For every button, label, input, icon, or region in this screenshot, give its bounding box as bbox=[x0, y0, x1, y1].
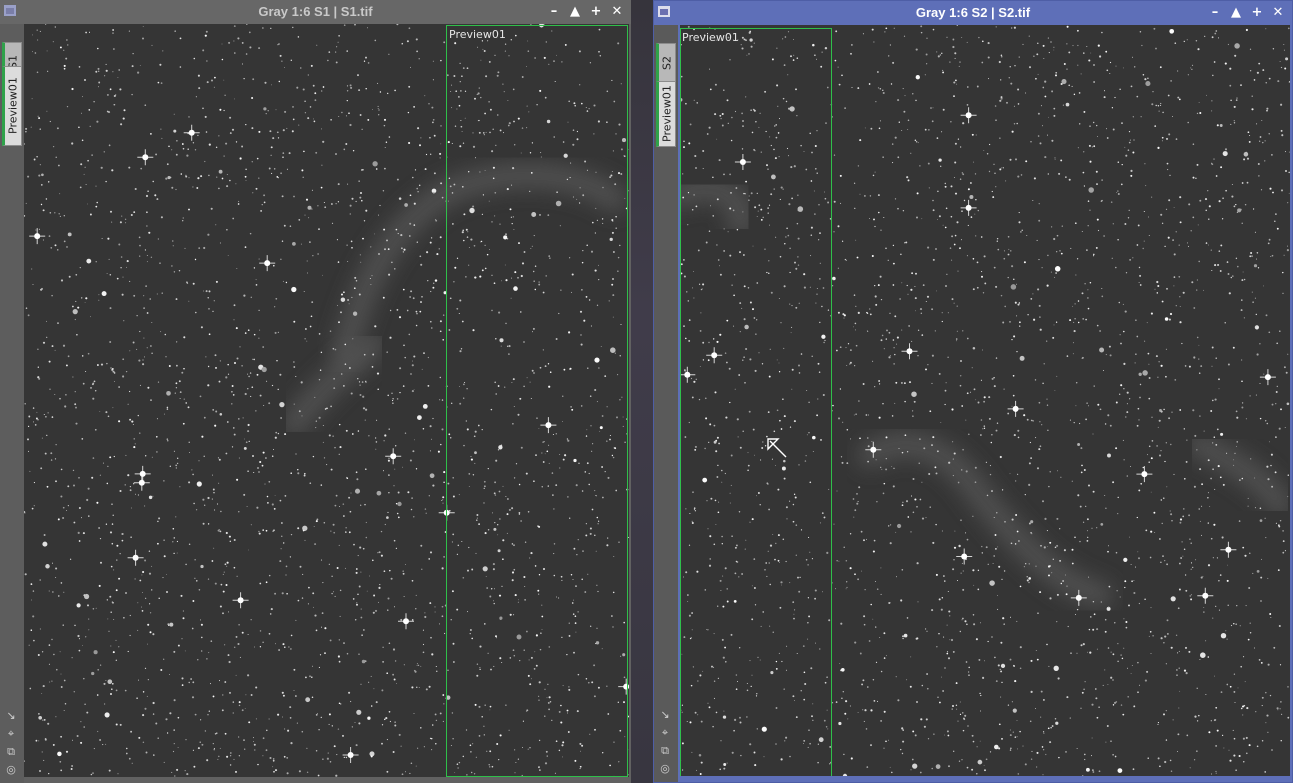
window-title: Gray 1:6 S1 | S1.tif bbox=[258, 4, 373, 19]
fit-view-icon[interactable]: ⌖ bbox=[658, 726, 672, 740]
close-icon[interactable]: ✕ bbox=[609, 4, 625, 20]
preview-label: Preview01 bbox=[449, 28, 506, 41]
minimize-icon[interactable]: – bbox=[1207, 5, 1223, 21]
image-window-s2[interactable]: Gray 1:6 S2 | S2.tif – ▲ + ✕ S2 Preview0… bbox=[653, 0, 1293, 783]
maximize-icon[interactable]: + bbox=[588, 4, 604, 20]
star-field-image bbox=[24, 24, 629, 777]
tab-preview01[interactable]: Preview01 bbox=[2, 66, 22, 146]
window-menu-icon[interactable] bbox=[658, 6, 670, 17]
fit-view-icon[interactable]: ⌖ bbox=[4, 727, 18, 741]
title-bar[interactable]: Gray 1:6 S2 | S2.tif – ▲ + ✕ bbox=[654, 1, 1292, 25]
shade-icon[interactable]: ▲ bbox=[1228, 5, 1244, 21]
maximize-icon[interactable]: + bbox=[1249, 5, 1265, 21]
preview-label: Preview01 bbox=[682, 31, 739, 44]
star-field-image bbox=[680, 25, 1290, 776]
view-selector-strip: S2 Preview01 ↘ ⌖ ⧉ ◎ bbox=[654, 25, 678, 782]
window-menu-icon[interactable] bbox=[4, 5, 16, 16]
title-bar[interactable]: Gray 1:6 S1 | S1.tif – ▲ + ✕ bbox=[0, 0, 631, 24]
clone-icon[interactable]: ⧉ bbox=[4, 745, 18, 759]
mask-icon[interactable]: ◎ bbox=[4, 763, 18, 777]
clone-icon[interactable]: ⧉ bbox=[658, 744, 672, 758]
shade-icon[interactable]: ▲ bbox=[567, 4, 583, 20]
zoom-to-fit-icon[interactable]: ↘ bbox=[4, 709, 18, 723]
minimize-icon[interactable]: – bbox=[546, 4, 562, 20]
tab-preview01[interactable]: Preview01 bbox=[656, 81, 676, 147]
tab-main-view[interactable]: S2 bbox=[656, 43, 676, 83]
mask-icon[interactable]: ◎ bbox=[658, 762, 672, 776]
image-viewport[interactable]: Preview01 bbox=[24, 24, 629, 777]
image-viewport[interactable]: Preview01 bbox=[680, 25, 1290, 776]
view-selector-strip: S1 Preview01 ↘ ⌖ ⧉ ◎ bbox=[0, 24, 24, 783]
close-icon[interactable]: ✕ bbox=[1270, 5, 1286, 21]
workspace-background bbox=[631, 0, 653, 783]
image-window-s1[interactable]: Gray 1:6 S1 | S1.tif – ▲ + ✕ S1 Preview0… bbox=[0, 0, 631, 783]
cursor-icon bbox=[767, 438, 787, 458]
zoom-to-fit-icon[interactable]: ↘ bbox=[658, 708, 672, 722]
window-title: Gray 1:6 S2 | S2.tif bbox=[915, 5, 1031, 20]
